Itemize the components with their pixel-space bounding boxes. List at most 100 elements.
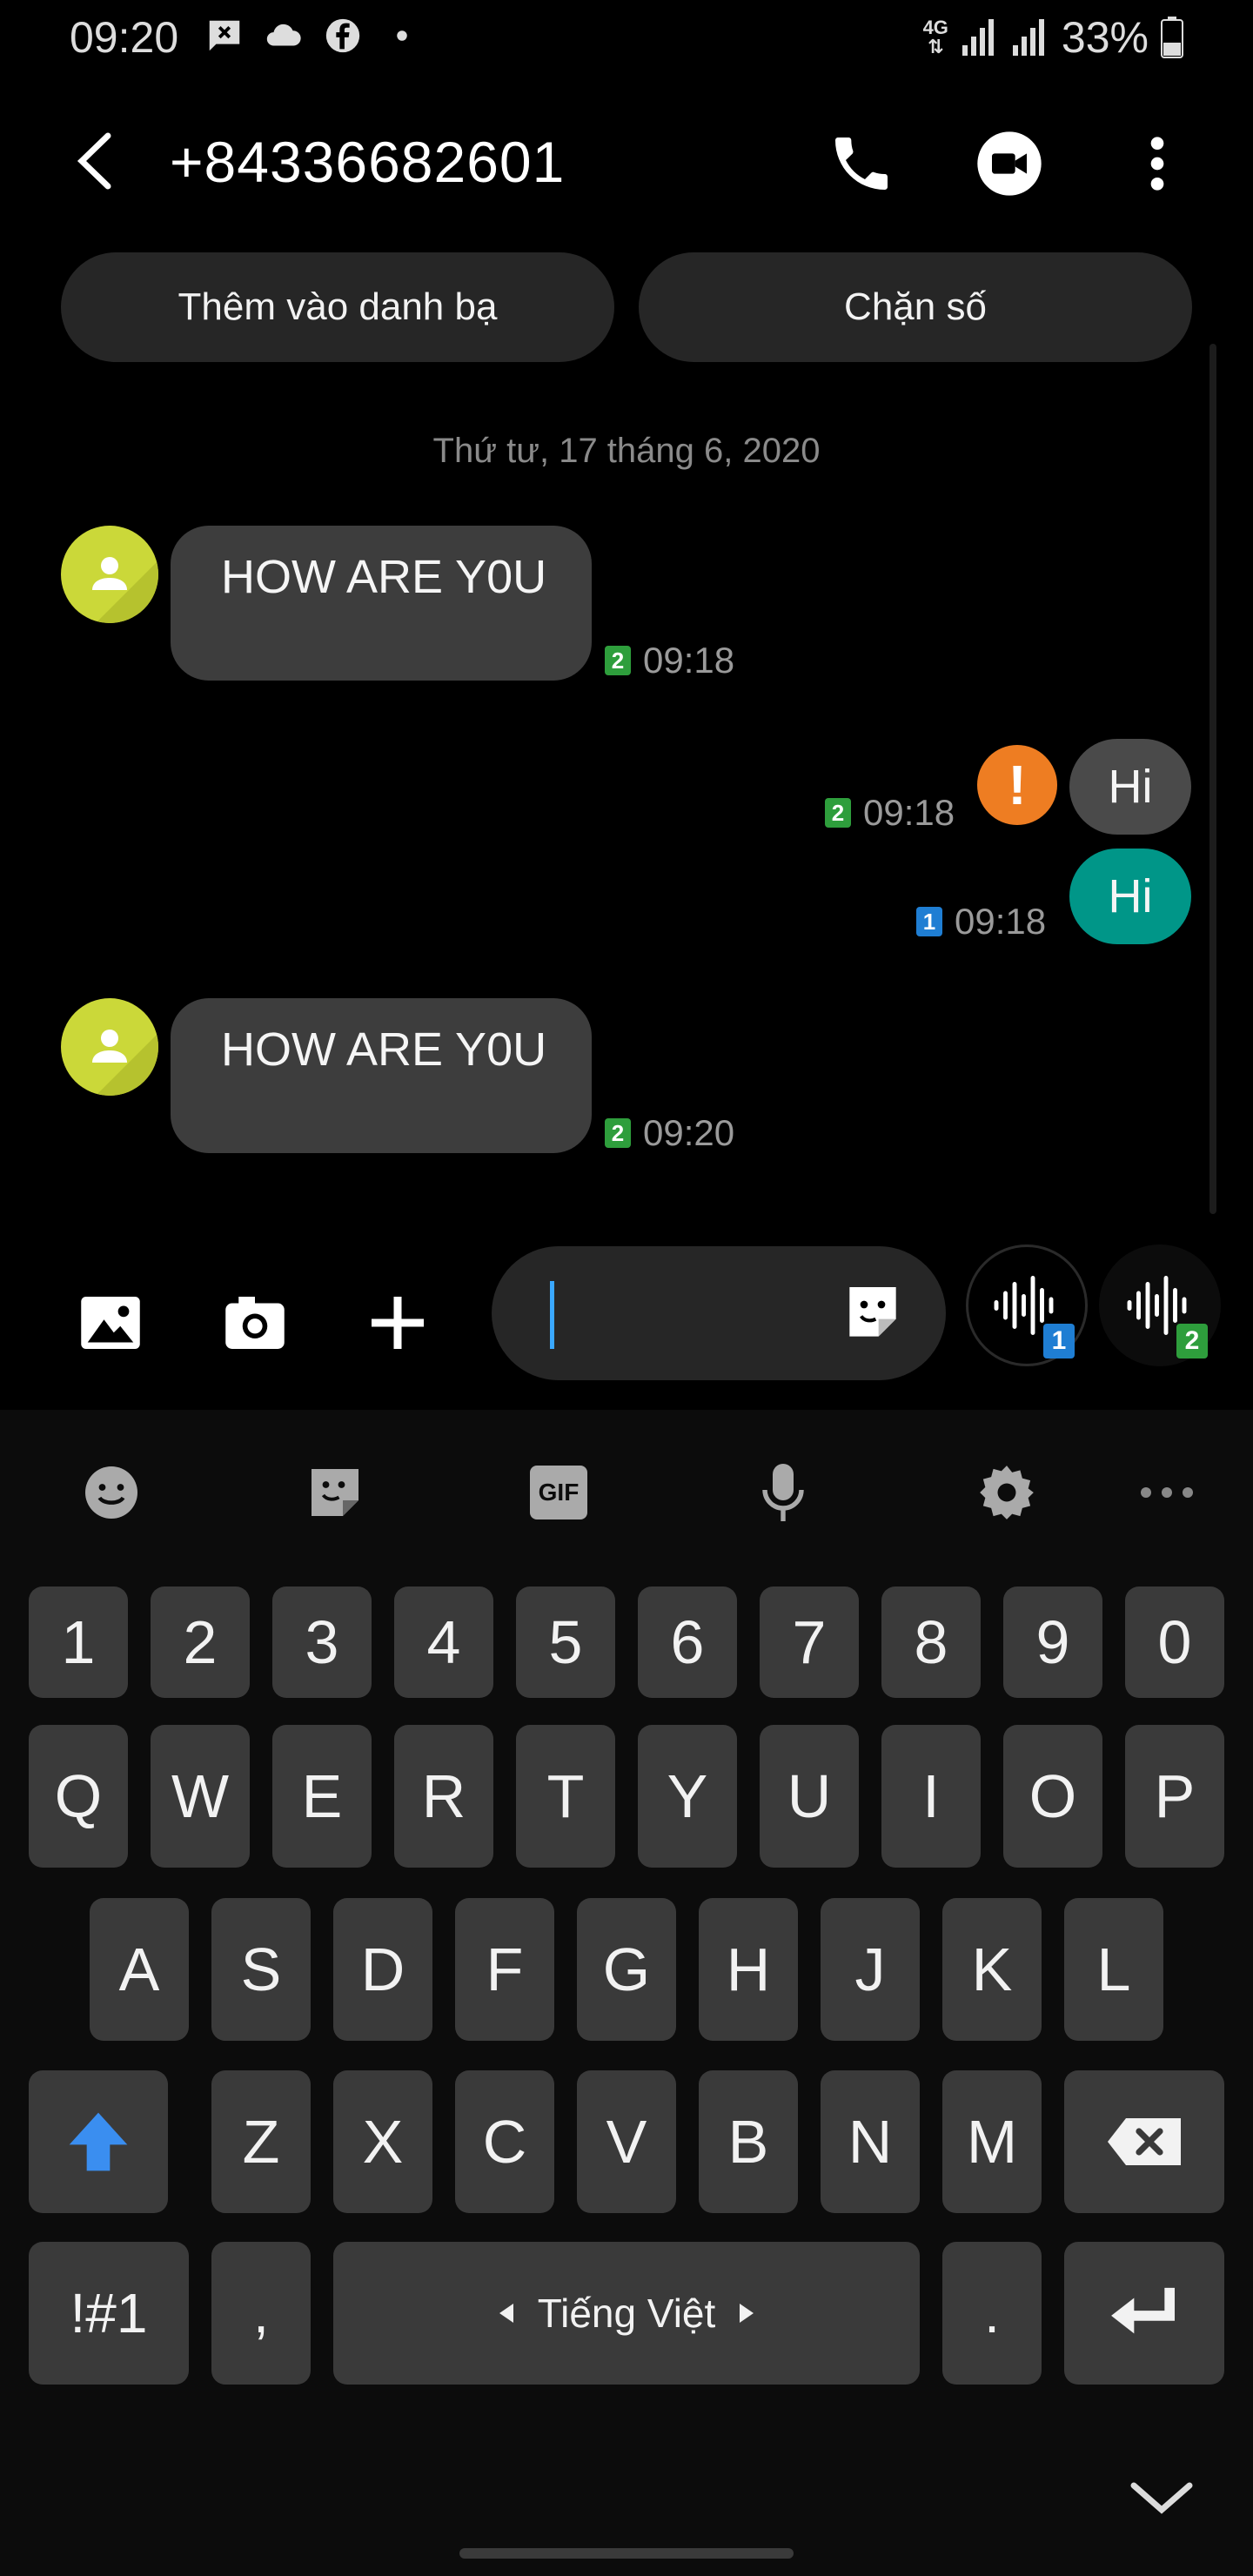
message-time: 09:18: [863, 792, 955, 833]
gallery-icon[interactable]: [71, 1284, 150, 1362]
key-t[interactable]: T: [516, 1725, 615, 1868]
add-to-contacts-button[interactable]: Thêm vào danh bạ: [61, 252, 614, 362]
scrollbar[interactable]: [1209, 344, 1216, 1214]
key-r[interactable]: R: [394, 1725, 493, 1868]
key-b[interactable]: B: [699, 2070, 798, 2213]
emoji-icon[interactable]: [72, 1453, 151, 1532]
key-0[interactable]: 0: [1125, 1587, 1224, 1698]
symbols-key[interactable]: !#1: [29, 2242, 189, 2385]
key-i[interactable]: I: [881, 1725, 981, 1868]
key-x[interactable]: X: [333, 2070, 432, 2213]
key-m[interactable]: M: [942, 2070, 1042, 2213]
contact-avatar[interactable]: [61, 998, 158, 1096]
shift-key[interactable]: [29, 2070, 168, 2213]
key-h[interactable]: H: [699, 1898, 798, 2041]
key-1[interactable]: 1: [29, 1587, 128, 1698]
outgoing-failed-message-bubble[interactable]: Hi: [1069, 739, 1191, 835]
key-a[interactable]: A: [90, 1898, 189, 2041]
key-y[interactable]: Y: [638, 1725, 737, 1868]
key-j[interactable]: J: [821, 1898, 920, 2041]
key-e[interactable]: E: [272, 1725, 372, 1868]
space-key-label: Tiếng Việt: [498, 2290, 756, 2337]
call-icon[interactable]: [827, 129, 896, 198]
status-time: 09:20: [70, 13, 179, 62]
person-icon: [92, 557, 158, 623]
message-meta: 2 09:20: [605, 1112, 734, 1154]
key-f[interactable]: F: [455, 1898, 554, 2041]
date-separator: Thứ tư, 17 tháng 6, 2020: [432, 432, 821, 470]
incoming-message-bubble[interactable]: HOW ARE Y0U: [171, 998, 592, 1153]
message-meta: 2 09:18: [825, 792, 955, 834]
message-input[interactable]: [492, 1246, 946, 1380]
key-p[interactable]: P: [1125, 1725, 1224, 1868]
key-3[interactable]: 3: [272, 1587, 372, 1698]
key-u[interactable]: U: [760, 1725, 859, 1868]
sim2-badge: 2: [605, 646, 631, 675]
comma-key[interactable]: ,: [211, 2242, 311, 2385]
key-w[interactable]: W: [151, 1725, 250, 1868]
camera-icon[interactable]: [216, 1284, 294, 1362]
cloud-icon: [266, 23, 301, 46]
key-q[interactable]: Q: [29, 1725, 128, 1868]
message-meta: 2 09:18: [605, 640, 734, 681]
more-notifications-dot-icon: [397, 30, 407, 41]
key-n[interactable]: N: [821, 2070, 920, 2213]
contact-number-title: +84336682601: [170, 130, 566, 194]
settings-gear-icon[interactable]: [968, 1453, 1046, 1532]
battery-icon: [1161, 17, 1183, 58]
space-key[interactable]: Tiếng Việt: [333, 2242, 920, 2385]
text-cursor: [550, 1281, 554, 1349]
more-options-icon[interactable]: [1122, 129, 1192, 198]
language-right-arrow-icon: [740, 2304, 754, 2323]
key-9[interactable]: 9: [1003, 1587, 1102, 1698]
key-k[interactable]: K: [942, 1898, 1042, 2041]
signal-sim1-icon: [962, 19, 994, 56]
key-v[interactable]: V: [577, 2070, 676, 2213]
microphone-icon[interactable]: [744, 1453, 822, 1532]
voice-record-sim1-button[interactable]: 1: [966, 1244, 1088, 1366]
key-d[interactable]: D: [333, 1898, 432, 2041]
message-time: 09:18: [955, 901, 1047, 942]
key-5[interactable]: 5: [516, 1587, 615, 1698]
hide-keyboard-chevron-icon[interactable]: [1127, 2472, 1196, 2524]
key-8[interactable]: 8: [881, 1587, 981, 1698]
contact-avatar[interactable]: [61, 526, 158, 623]
key-o[interactable]: O: [1003, 1725, 1102, 1868]
key-7[interactable]: 7: [760, 1587, 859, 1698]
sticker-icon[interactable]: [296, 1453, 374, 1532]
key-l[interactable]: L: [1064, 1898, 1163, 2041]
key-g[interactable]: G: [577, 1898, 676, 2041]
key-4[interactable]: 4: [394, 1587, 493, 1698]
key-c[interactable]: C: [455, 2070, 554, 2213]
key-2[interactable]: 2: [151, 1587, 250, 1698]
add-attachment-icon[interactable]: [358, 1284, 437, 1362]
back-arrow-icon[interactable]: [70, 131, 122, 191]
period-key[interactable]: .: [942, 2242, 1042, 2385]
send-failed-icon[interactable]: !: [977, 745, 1057, 825]
message-time: 09:18: [643, 640, 735, 681]
enter-key[interactable]: [1064, 2242, 1224, 2385]
sticker-icon[interactable]: [838, 1278, 908, 1348]
home-gesture-bar[interactable]: [459, 2548, 794, 2559]
backspace-icon: [1108, 2118, 1181, 2165]
block-number-button[interactable]: Chặn số: [639, 252, 1192, 362]
more-options-icon[interactable]: [1128, 1453, 1206, 1532]
message-time: 09:20: [643, 1112, 735, 1153]
key-z[interactable]: Z: [211, 2070, 311, 2213]
shift-arrow-icon: [69, 2112, 128, 2171]
conversation-header: +84336682601: [0, 113, 1253, 209]
sim2-badge: 2: [605, 1118, 631, 1148]
key-6[interactable]: 6: [638, 1587, 737, 1698]
backspace-key[interactable]: [1064, 2070, 1224, 2213]
status-bar: 09:20 4G ⇅ 33%: [0, 0, 1253, 78]
network-type: 4G ⇅: [922, 17, 948, 57]
notification-icons: [204, 16, 422, 56]
key-s[interactable]: S: [211, 1898, 311, 2041]
battery-percent: 33%: [1061, 13, 1149, 62]
gif-icon[interactable]: GIF: [519, 1453, 598, 1532]
voice-record-sim2-button[interactable]: 2: [1099, 1244, 1221, 1366]
incoming-message-bubble[interactable]: HOW ARE Y0U: [171, 526, 592, 681]
video-call-icon[interactable]: [975, 129, 1044, 198]
outgoing-message-bubble[interactable]: Hi: [1069, 849, 1191, 944]
enter-icon: [1111, 2287, 1175, 2334]
